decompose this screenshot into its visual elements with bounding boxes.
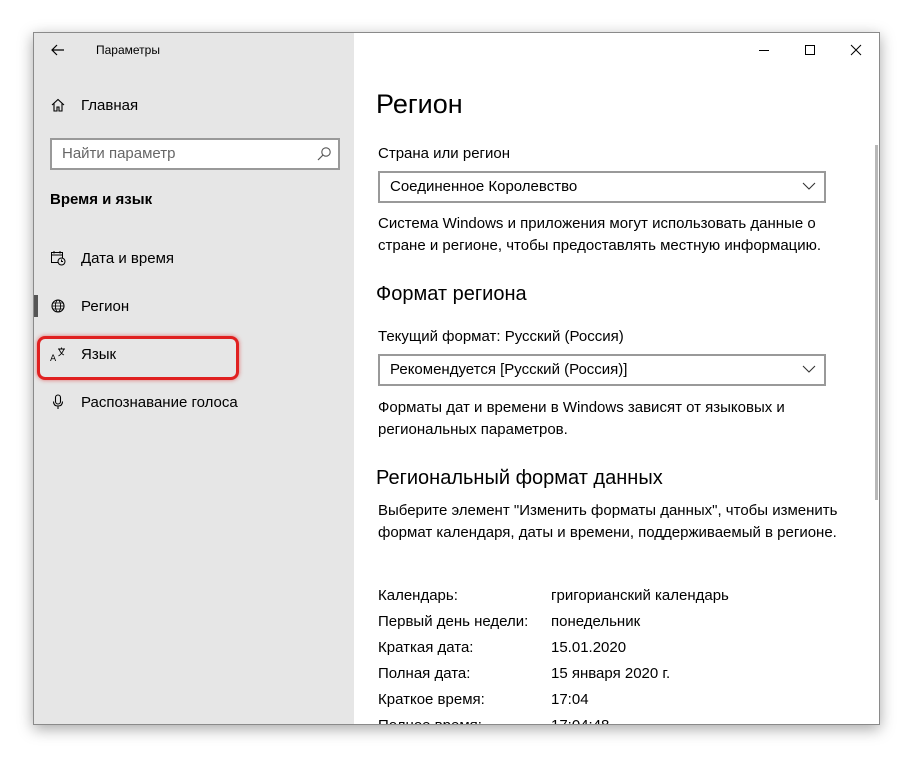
regional-data-heading: Региональный формат данных [376, 467, 663, 489]
format-description: Форматы дат и времени в Windows зависят … [378, 399, 785, 438]
data-row-key: Краткое время: [378, 691, 485, 708]
content-pane: Регион Страна или регион Соединенное Кор… [354, 33, 879, 724]
chevron-down-icon [802, 365, 816, 373]
app-title: Параметры [96, 43, 160, 57]
current-format-label: Текущий формат: Русский (Россия) [378, 328, 624, 345]
sidebar: Параметры Главная Найти параметр Время и… [34, 33, 354, 724]
sidebar-item-label: Главная [81, 96, 139, 114]
data-row-long-time: Полное время: 17:04:48 [378, 717, 838, 724]
globe-icon [50, 298, 66, 314]
data-row-value: григорианский календарь [551, 587, 729, 604]
data-row-key: Первый день недели: [378, 613, 529, 630]
country-description: Система Windows и приложения могут испол… [378, 215, 822, 254]
data-row-key: Краткая дата: [378, 639, 474, 656]
data-row-key: Полное время: [378, 717, 482, 724]
data-row-value: 17:04 [551, 691, 589, 708]
maximize-button[interactable] [787, 37, 833, 63]
data-row-key: Полная дата: [378, 665, 471, 682]
sidebar-item-region[interactable]: Регион [34, 286, 354, 326]
data-row-short-date: Краткая дата: 15.01.2020 [378, 639, 838, 661]
sidebar-item-date-time[interactable]: Дата и время [34, 238, 354, 278]
scrollbar[interactable] [875, 145, 878, 500]
search-icon [317, 147, 331, 161]
sidebar-item-speech[interactable]: Распознавание голоса [34, 382, 354, 422]
data-row-value: 17:04:48 [551, 717, 609, 724]
data-row-value: 15.01.2020 [551, 639, 627, 656]
maximize-icon [805, 45, 815, 55]
back-button[interactable] [46, 39, 70, 61]
data-row-value: понедельник [551, 613, 641, 630]
data-row-key: Календарь: [378, 587, 458, 604]
section-title: Время и язык [50, 191, 153, 208]
regional-data-description: Выберите элемент "Изменить форматы данны… [378, 502, 838, 541]
format-value: Рекомендуется [Русский (Россия)] [390, 361, 628, 378]
sidebar-item-label: Регион [81, 297, 130, 315]
highlight-frame [37, 336, 239, 380]
settings-window: Параметры Главная Найти параметр Время и… [33, 32, 880, 725]
format-heading: Формат региона [376, 283, 527, 305]
data-row-calendar: Календарь: григорианский календарь [378, 587, 838, 609]
chevron-down-icon [802, 182, 816, 190]
calendar-clock-icon [50, 250, 66, 266]
home-icon [50, 97, 66, 113]
country-dropdown[interactable]: Соединенное Королевство [378, 171, 826, 203]
back-arrow-icon [51, 44, 64, 56]
minimize-icon [759, 50, 769, 51]
search-input[interactable]: Найти параметр [50, 138, 340, 170]
data-row-short-time: Краткое время: 17:04 [378, 691, 838, 713]
search-placeholder: Найти параметр [62, 145, 176, 162]
sidebar-item-label: Дата и время [81, 249, 175, 267]
sidebar-item-label: Распознавание голоса [81, 393, 238, 411]
data-row-long-date: Полная дата: 15 января 2020 г. [378, 665, 838, 687]
microphone-icon [50, 394, 66, 410]
format-dropdown[interactable]: Рекомендуется [Русский (Россия)] [378, 354, 826, 386]
close-icon [850, 44, 862, 56]
close-button[interactable] [833, 37, 879, 63]
minimize-button[interactable] [741, 37, 787, 63]
data-row-value: 15 января 2020 г. [551, 665, 671, 682]
data-row-first-day: Первый день недели: понедельник [378, 613, 838, 635]
country-value: Соединенное Королевство [390, 178, 578, 195]
sidebar-item-home[interactable]: Главная [34, 85, 354, 125]
country-label: Страна или регион [378, 145, 511, 162]
page-title: Регион [376, 89, 463, 119]
